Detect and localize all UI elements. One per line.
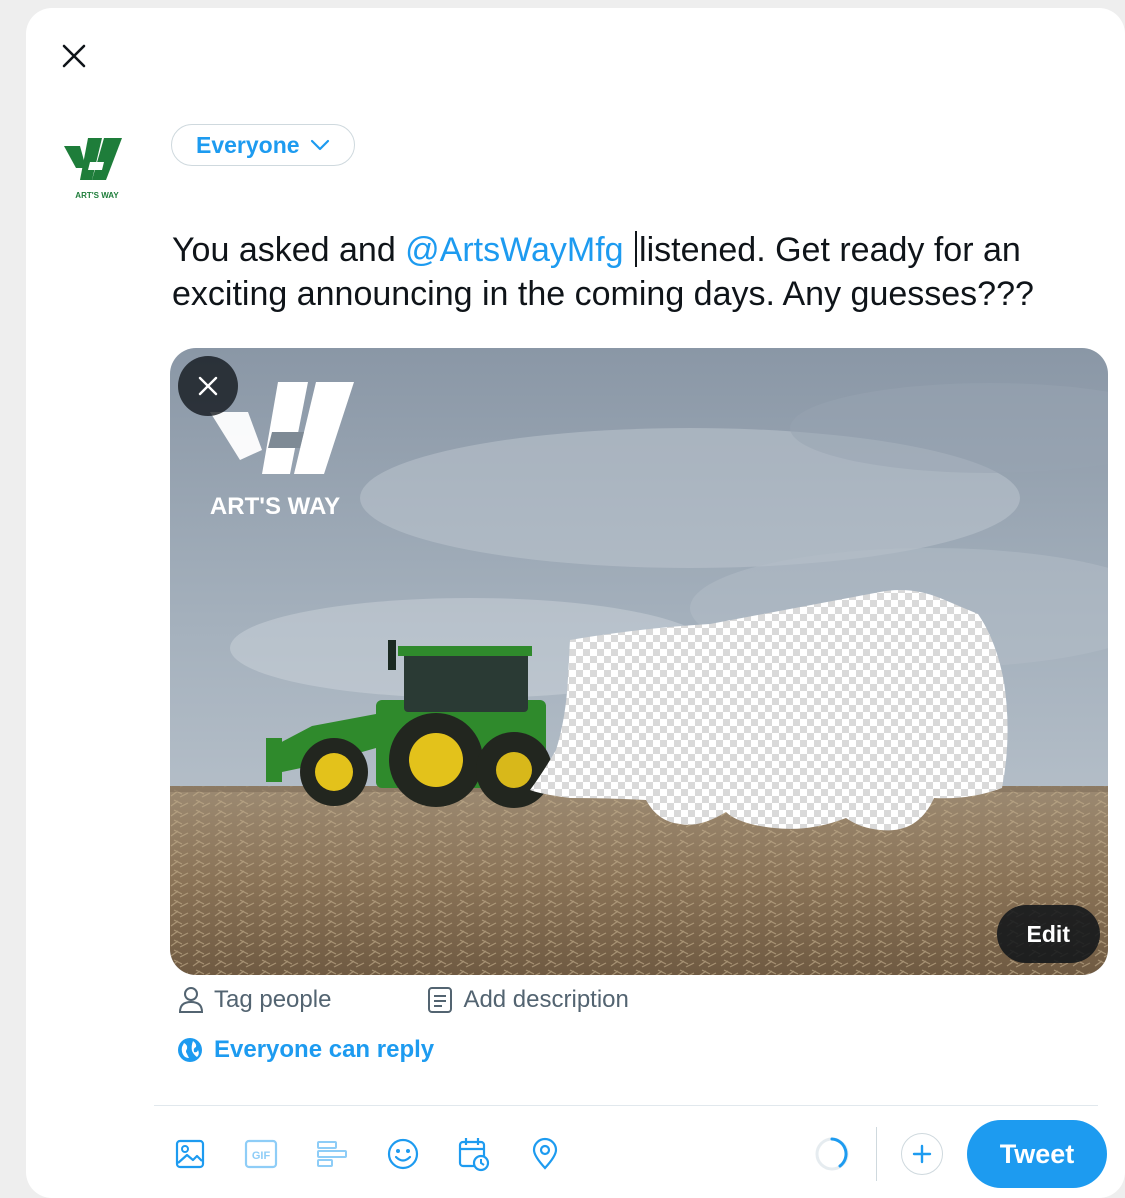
image-icon: [175, 1139, 205, 1169]
mention-link[interactable]: @ArtsWayMfg: [405, 231, 623, 269]
tag-people-label: Tag people: [214, 986, 332, 1013]
tag-people-button[interactable]: Tag people: [178, 986, 331, 1014]
person-icon: [178, 987, 204, 1013]
post-controls: Tweet: [812, 1120, 1107, 1188]
gif-icon: GIF: [244, 1139, 278, 1169]
media-preview: ART'S WAY Edit: [170, 348, 1108, 975]
watermark-logo-text: ART'S WAY: [210, 493, 340, 520]
add-thread-button[interactable]: [901, 1133, 943, 1175]
compose-tweet-modal: ART'S WAY Everyone You asked and @ArtsWa…: [26, 8, 1125, 1198]
description-icon: [428, 987, 453, 1013]
schedule-button[interactable]: [454, 1134, 494, 1174]
avatar[interactable]: ART'S WAY: [62, 132, 132, 208]
audience-selector[interactable]: Everyone: [171, 124, 355, 166]
location-icon: [532, 1137, 558, 1170]
tweet-text-start: You asked and: [172, 231, 406, 269]
close-button[interactable]: [56, 38, 92, 74]
poll-button[interactable]: [312, 1134, 352, 1174]
media-actions: Tag people Add description: [178, 986, 629, 1014]
close-icon: [198, 376, 218, 396]
remove-media-button[interactable]: [178, 356, 238, 416]
media-button[interactable]: [170, 1134, 210, 1174]
tweet-text-input[interactable]: You asked and @ArtsWayMfg listened. Get …: [172, 228, 1122, 316]
schedule-icon: [458, 1138, 490, 1172]
add-description-button[interactable]: Add description: [427, 986, 629, 1014]
text-cursor: [635, 231, 638, 267]
plus-icon: [912, 1144, 932, 1164]
location-button[interactable]: [525, 1134, 565, 1174]
reply-permission-button[interactable]: Everyone can reply: [176, 1036, 434, 1064]
poll-icon: [317, 1141, 347, 1167]
add-description-label: Add description: [463, 986, 629, 1013]
chevron-down-icon: [310, 139, 329, 151]
tweet-button[interactable]: Tweet: [967, 1120, 1107, 1188]
close-icon: [62, 44, 86, 68]
audience-label: Everyone: [196, 131, 300, 158]
reply-permission-label: Everyone can reply: [214, 1036, 435, 1063]
page-backdrop: ART'S WAY Everyone You asked and @ArtsWa…: [0, 0, 1125, 1198]
emoji-button[interactable]: [383, 1134, 423, 1174]
gif-icon-label: GIF: [252, 1150, 271, 1162]
avatar-caption: ART'S WAY: [75, 191, 119, 200]
emoji-icon: [387, 1138, 419, 1170]
gif-button[interactable]: GIF: [241, 1134, 281, 1174]
character-count-ring: [815, 1137, 848, 1171]
composer-toolbar: GIF: [170, 1134, 565, 1174]
globe-icon: [178, 1038, 202, 1062]
attached-photo: ART'S WAY: [170, 348, 1108, 975]
edit-media-button[interactable]: Edit: [996, 905, 1100, 963]
toolbar-separator: [875, 1127, 877, 1181]
composer-divider: [154, 1105, 1098, 1106]
